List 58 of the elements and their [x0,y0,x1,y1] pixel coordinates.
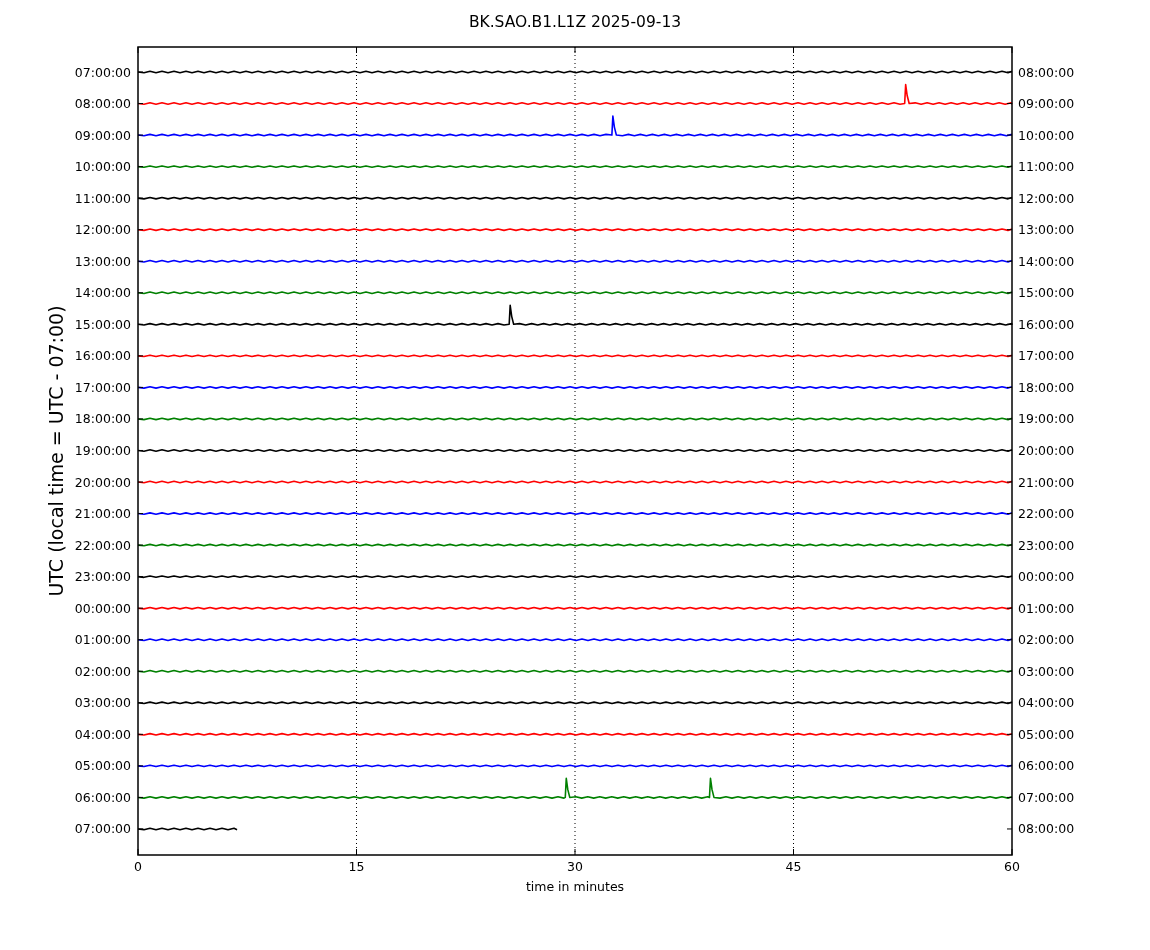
time-label: 07:00:00 [74,64,131,80]
time-label: 00:00:00 [74,600,131,616]
time-label: 20:00:00 [1018,443,1075,458]
time-label: 02:00:00 [1018,632,1075,648]
time-label: 22:00:00 [74,537,131,553]
time-label: 05:00:00 [1018,726,1075,742]
time-label: 04:00:00 [74,726,131,742]
time-label: 17:00:00 [74,379,131,395]
plot-title: BK.SAO.B1.L1Z 2025-09-13 [468,13,682,31]
time-label: 10:00:00 [1018,127,1075,143]
time-label: 23:00:00 [74,569,131,585]
time-label: 01:00:00 [74,632,131,648]
time-label: 20:00:00 [74,474,131,490]
time-label: 11:00:00 [1018,159,1075,175]
time-label: 16:00:00 [74,348,131,364]
time-label: 16:00:00 [1018,316,1075,332]
time-label: 02:00:00 [74,663,131,679]
time-label: 08:00:00 [1018,821,1075,837]
time-label: 11:00:00 [74,190,131,206]
time-label: 18:00:00 [74,411,131,427]
axis-label: UTC (local time = UTC - 07:00) [45,305,67,597]
time-label: 19:00:00 [74,443,131,458]
time-label: 13:00:00 [1018,222,1075,238]
tick-label: 60 [1004,859,1020,874]
time-label: 09:00:00 [74,127,131,143]
time-label: 15:00:00 [74,316,131,332]
time-label: 18:00:00 [1018,379,1075,395]
axis-label: time in minutes [525,879,625,894]
time-label: 04:00:00 [1018,695,1075,711]
time-label: 14:00:00 [74,285,131,301]
time-label: 07:00:00 [74,821,131,837]
time-label: 23:00:00 [1018,537,1075,553]
time-label: 08:00:00 [74,96,131,112]
tick-label: 45 [785,859,802,874]
time-label: 03:00:00 [74,695,131,711]
tick-label: 30 [567,859,583,874]
time-label: 06:00:00 [1018,758,1075,774]
time-label: 13:00:00 [74,253,131,269]
tick-label: 0 [134,859,142,874]
time-label: 10:00:00 [74,159,131,175]
time-label: 19:00:00 [1018,411,1075,427]
time-label: 17:00:00 [1018,348,1075,364]
time-label: 00:00:00 [1018,569,1075,585]
time-label: 03:00:00 [1018,663,1075,679]
time-label: 12:00:00 [74,222,131,238]
time-label: 06:00:00 [74,789,131,805]
tick-label: 15 [348,859,365,874]
time-label: 22:00:00 [1018,506,1075,522]
time-label: 12:00:00 [1018,190,1075,206]
time-label: 08:00:00 [1018,64,1075,80]
time-label: 07:00:00 [1018,789,1075,805]
time-label: 21:00:00 [74,506,131,522]
time-label: 01:00:00 [1018,600,1075,616]
time-label: 21:00:00 [1018,474,1075,490]
time-label: 09:00:00 [1018,96,1075,112]
time-label: 15:00:00 [1018,285,1075,301]
time-label: 14:00:00 [1018,253,1075,269]
time-label: 05:00:00 [74,758,131,774]
